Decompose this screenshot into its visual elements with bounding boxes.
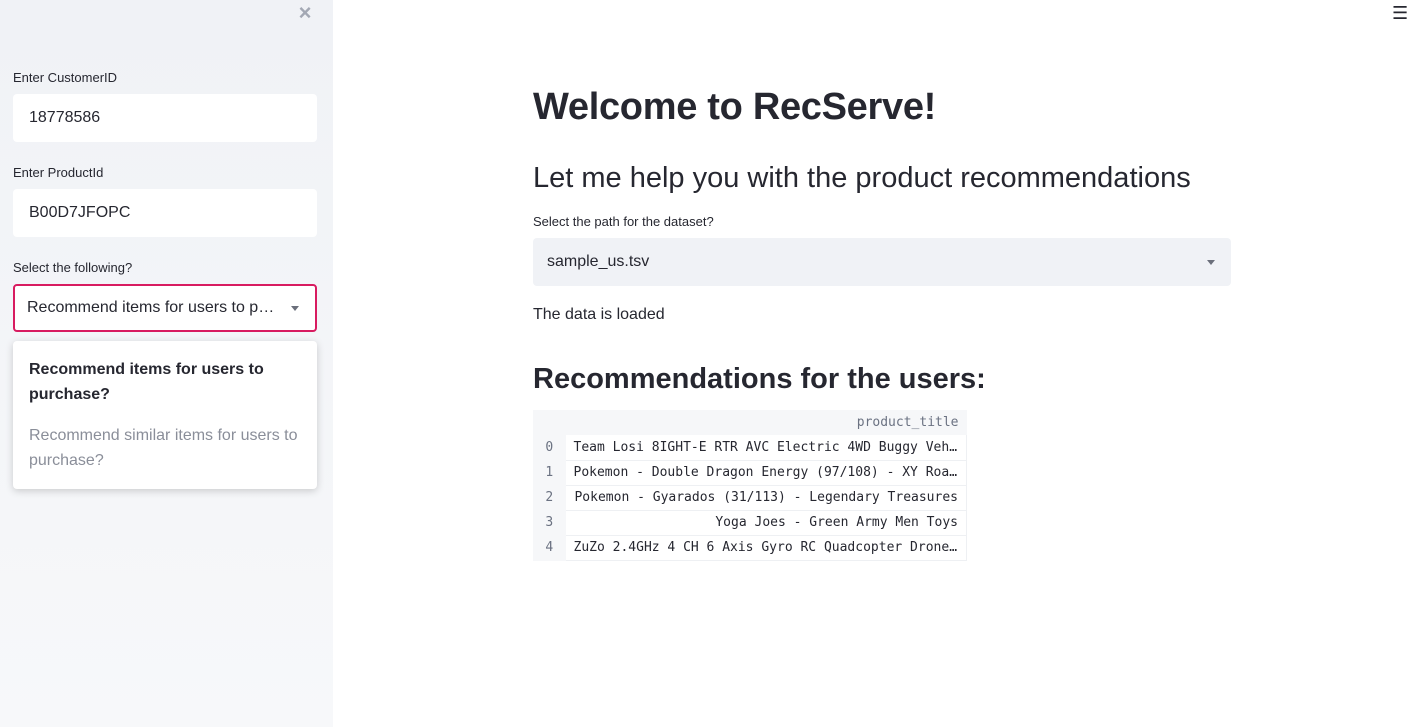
mode-select-label: Select the following? bbox=[13, 260, 133, 275]
product-title-cell[interactable]: ZuZo 2.4GHz 4 CH 6 Axis Gyro RC Quadcopt… bbox=[565, 535, 967, 561]
chevron-down-icon bbox=[1207, 260, 1215, 265]
mode-select-value: Recommend items for users to purchase? bbox=[27, 299, 279, 316]
row-index: 4 bbox=[533, 535, 566, 561]
dataset-path-select[interactable]: sample_us.tsv bbox=[533, 238, 1231, 286]
mode-dropdown-menu: Recommend items for users to purchase? R… bbox=[13, 341, 317, 489]
table-header-row: product_title bbox=[533, 410, 967, 435]
customer-id-input[interactable] bbox=[13, 94, 317, 142]
page-subheader: Let me help you with the product recomme… bbox=[533, 162, 1191, 194]
product-title-cell[interactable]: Pokemon - Double Dragon Energy (97/108) … bbox=[565, 460, 967, 486]
page-title: Welcome to RecServe! bbox=[533, 86, 937, 128]
product-title-cell[interactable]: Yoga Joes - Green Army Men Toys bbox=[565, 510, 967, 536]
row-index: 2 bbox=[533, 485, 566, 511]
status-text: The data is loaded bbox=[533, 306, 665, 323]
row-index: 1 bbox=[533, 460, 566, 486]
index-header bbox=[533, 410, 566, 435]
column-header-product-title[interactable]: product_title bbox=[565, 410, 967, 435]
table-row: 4 ZuZo 2.4GHz 4 CH 6 Axis Gyro RC Quadco… bbox=[533, 535, 967, 561]
dataset-path-value: sample_us.tsv bbox=[547, 253, 650, 270]
recommendations-header: Recommendations for the users: bbox=[533, 363, 986, 395]
option-recommend-similar-items[interactable]: Recommend similar items for users to pur… bbox=[29, 423, 301, 473]
row-index: 0 bbox=[533, 435, 566, 461]
sidebar: × Enter CustomerID Enter ProductId Selec… bbox=[0, 0, 333, 727]
table-row: 3 Yoga Joes - Green Army Men Toys bbox=[533, 510, 967, 536]
product-title-cell[interactable]: Pokemon - Gyarados (31/113) - Legendary … bbox=[565, 485, 967, 511]
close-sidebar-icon[interactable]: × bbox=[294, 2, 316, 24]
product-id-label: Enter ProductId bbox=[13, 165, 104, 180]
chevron-down-icon bbox=[291, 306, 299, 311]
hamburger-menu-icon[interactable]: ☰ bbox=[1392, 4, 1410, 22]
product-id-input[interactable] bbox=[13, 189, 317, 237]
row-index: 3 bbox=[533, 510, 566, 536]
recommendations-table: product_title 0 Team Losi 8IGHT-E RTR AV… bbox=[533, 410, 967, 561]
product-title-cell[interactable]: Team Losi 8IGHT-E RTR AVC Electric 4WD B… bbox=[565, 435, 967, 461]
table-row: 1 Pokemon - Double Dragon Energy (97/108… bbox=[533, 460, 967, 486]
table-row: 0 Team Losi 8IGHT-E RTR AVC Electric 4WD… bbox=[533, 435, 967, 461]
option-recommend-items[interactable]: Recommend items for users to purchase? bbox=[29, 357, 301, 407]
table-row: 2 Pokemon - Gyarados (31/113) - Legendar… bbox=[533, 485, 967, 511]
customer-id-label: Enter CustomerID bbox=[13, 70, 118, 85]
mode-select[interactable]: Recommend items for users to purchase? bbox=[13, 284, 317, 332]
dataset-path-label: Select the path for the dataset? bbox=[533, 214, 714, 229]
